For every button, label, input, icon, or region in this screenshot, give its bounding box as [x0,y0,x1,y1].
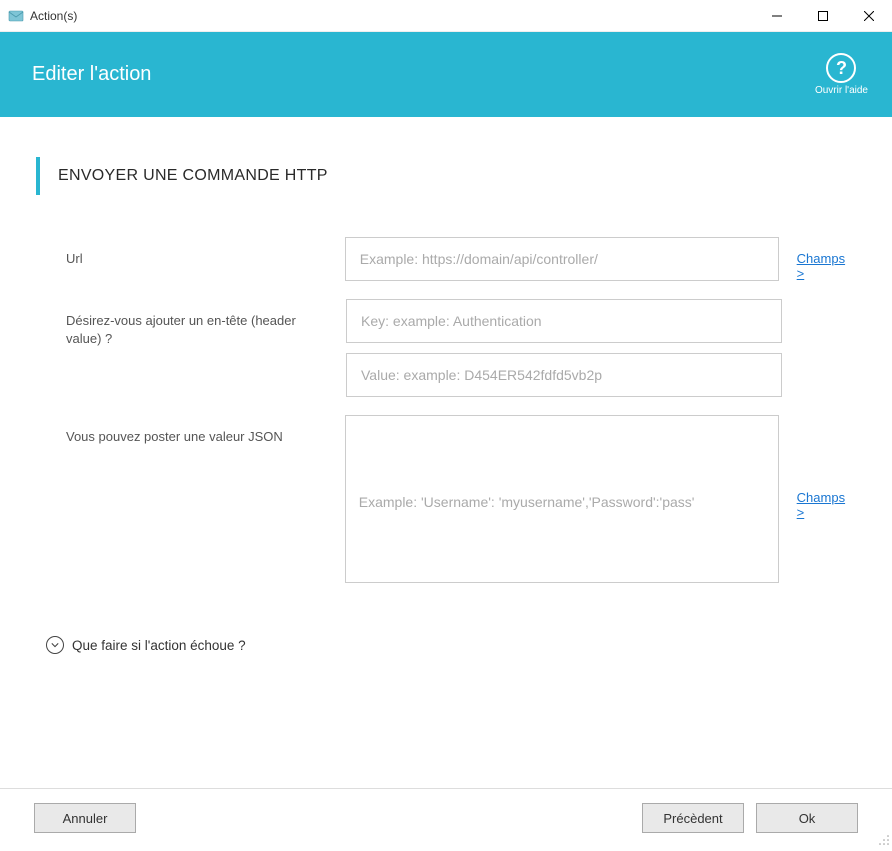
section-title: ENVOYER UNE COMMANDE HTTP [58,167,328,185]
resize-grip-icon[interactable] [878,833,890,845]
window-titlebar: Action(s) [0,0,892,32]
json-input[interactable] [345,415,779,583]
page-title: Editer l'action [32,63,151,86]
close-button[interactable] [846,0,892,31]
section-header: ENVOYER UNE COMMANDE HTTP [36,157,856,195]
maximize-button[interactable] [800,0,846,31]
json-fields-link[interactable]: Champs > [797,415,856,520]
form-area: Url Champs > Désirez-vous ajouter un en-… [36,237,856,588]
header-value-input[interactable] [346,353,782,397]
url-row: Url Champs > [66,237,856,281]
url-input[interactable] [345,237,779,281]
ok-button[interactable]: Ok [756,803,858,833]
header-row: Désirez-vous ajouter un en-tête (header … [66,299,856,397]
url-fields-link[interactable]: Champs > [797,237,856,281]
section-accent-bar [36,157,40,195]
json-row: Vous pouvez poster une valeur JSON Examp… [66,415,856,588]
header-label: Désirez-vous ajouter un en-tête (header … [66,299,346,348]
header-key-input[interactable] [346,299,782,343]
help-button[interactable]: ? Ouvrir l'aide [815,53,868,96]
page-header: Editer l'action ? Ouvrir l'aide [0,32,892,117]
help-icon: ? [826,53,856,83]
app-icon [8,8,24,24]
failure-expand-label: Que faire si l'action échoue ? [72,638,246,653]
previous-button[interactable]: Précèdent [642,803,744,833]
content-area: ENVOYER UNE COMMANDE HTTP Url Champs > D… [0,117,892,788]
window-title: Action(s) [30,9,754,23]
json-label: Vous pouvez poster une valeur JSON [66,415,345,446]
help-label: Ouvrir l'aide [815,85,868,96]
minimize-button[interactable] [754,0,800,31]
url-label: Url [66,237,345,268]
footer: Annuler Précèdent Ok [0,788,892,847]
window-controls [754,0,892,31]
failure-expand-section[interactable]: Que faire si l'action échoue ? [36,636,856,654]
cancel-button[interactable]: Annuler [34,803,136,833]
chevron-down-icon [46,636,64,654]
